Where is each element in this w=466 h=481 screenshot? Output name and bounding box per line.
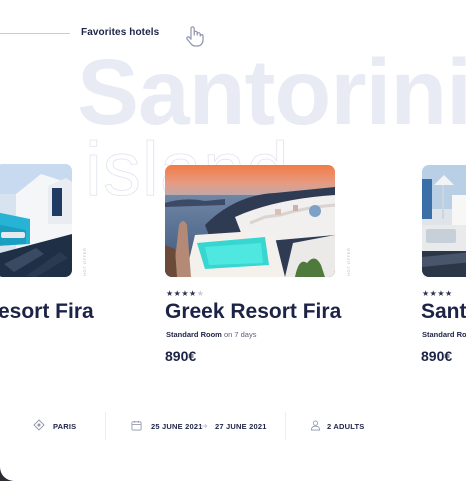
hotel-rating: ★★★★ [422, 289, 453, 298]
hotel-price: 890€ [165, 348, 197, 364]
hotel-photo-right[interactable] [422, 165, 466, 277]
room-info: Standard Room on 7 days [166, 330, 256, 339]
hotel-name[interactable]: esort Fira [0, 300, 94, 324]
hero-title: Santorini [77, 40, 466, 144]
room-type: Standard Roo [422, 330, 466, 339]
hot-offer-label: HOT OFFER [346, 247, 351, 276]
booking-divider [285, 412, 286, 440]
hotel-price: 890€ [421, 348, 453, 364]
hot-offer-label: HOT OFFER [82, 247, 87, 276]
room-duration: on 7 days [223, 330, 257, 339]
favorites-card: Favorites hotels Santorini island HOT OF… [0, 0, 466, 481]
hotel-rating: ★★★★★ [166, 289, 204, 298]
hotel-photo-center[interactable] [165, 165, 335, 277]
arrow-right-icon [199, 423, 208, 429]
header-divider [0, 33, 70, 34]
location-icon [33, 419, 45, 431]
hotel-photo-left[interactable] [0, 164, 72, 277]
booking-date-to[interactable]: 27 JUNE 2021 [215, 422, 267, 431]
page-title: Favorites hotels [81, 27, 160, 38]
star-icon-empty: ★ [196, 289, 205, 298]
hotel-name[interactable]: Sant [421, 300, 466, 324]
hotel-name[interactable]: Greek Resort Fira [165, 300, 341, 324]
booking-location[interactable]: PARIS [53, 422, 76, 431]
booking-date-from[interactable]: 25 JUNE 2021 [151, 422, 203, 431]
calendar-icon [131, 420, 142, 431]
booking-guests[interactable]: 2 ADULTS [327, 422, 364, 431]
room-type: Standard Room [166, 330, 222, 339]
user-icon [310, 420, 321, 431]
booking-divider [105, 412, 106, 440]
star-icons-filled: ★★★★ [166, 289, 197, 298]
